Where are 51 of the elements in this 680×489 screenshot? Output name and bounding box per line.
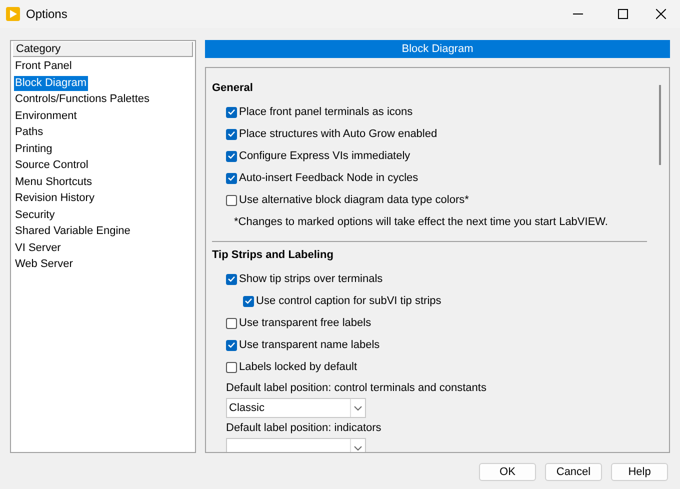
category-item[interactable]: Web Server bbox=[14, 257, 74, 272]
checkbox[interactable] bbox=[226, 340, 237, 350]
dialog-button[interactable]: OK bbox=[479, 463, 536, 481]
category-item[interactable]: Environment bbox=[14, 108, 78, 124]
dropdown[interactable]: Classic bbox=[226, 398, 366, 418]
close-icon[interactable] bbox=[656, 9, 666, 19]
maximize-icon[interactable] bbox=[618, 9, 628, 19]
section-heading: General bbox=[212, 81, 254, 96]
checkbox-label: Configure Express VIs immediately bbox=[239, 148, 410, 164]
scrollbar-thumb[interactable] bbox=[659, 85, 661, 165]
field-label: Default label position: control terminals and constants bbox=[226, 381, 488, 396]
app-icon bbox=[6, 7, 20, 21]
field-label: Default label position: indicators bbox=[226, 421, 382, 436]
panel-header: Block Diagram bbox=[205, 40, 670, 58]
chevron-down-icon bbox=[354, 406, 362, 410]
checkbox-label: Show tip strips over terminals bbox=[239, 272, 383, 287]
category-item[interactable]: Paths bbox=[14, 125, 44, 140]
category-item[interactable]: Revision History bbox=[14, 191, 96, 206]
category-item[interactable]: Printing bbox=[14, 142, 54, 156]
category-item[interactable]: Controls/Functions Palettes bbox=[14, 92, 151, 107]
checkbox[interactable] bbox=[226, 172, 237, 184]
chevron-down-icon bbox=[354, 446, 362, 450]
checkbox[interactable] bbox=[226, 194, 237, 206]
category-item[interactable]: Block Diagram bbox=[14, 76, 88, 90]
checkbox[interactable] bbox=[243, 296, 254, 306]
category-item[interactable]: Source Control bbox=[14, 158, 90, 173]
checkbox-label: Place structures with Auto Grow enabled bbox=[239, 126, 438, 142]
checkbox-label: Use transparent free labels bbox=[239, 316, 372, 331]
category-item[interactable]: Shared Variable Engine bbox=[14, 224, 132, 239]
category-item[interactable]: Menu Shortcuts bbox=[14, 174, 94, 190]
window-title: Options bbox=[26, 6, 68, 23]
checkbox-label: Use control caption for subVI tip strips bbox=[256, 294, 442, 309]
note-text: *Changes to marked options will take effect the next time you start LabVIEW. bbox=[234, 216, 608, 228]
checkbox[interactable] bbox=[226, 150, 237, 162]
checkbox-label: Labels locked by default bbox=[239, 360, 358, 375]
checkbox[interactable] bbox=[226, 106, 237, 118]
list-header: Category bbox=[13, 42, 193, 57]
category-item[interactable]: Security bbox=[14, 208, 56, 222]
checkbox[interactable] bbox=[226, 362, 237, 372]
category-item[interactable]: Front Panel bbox=[14, 59, 73, 74]
checkbox[interactable] bbox=[226, 318, 237, 328]
checkbox-label: Auto-insert Feedback Node in cycles bbox=[239, 170, 418, 186]
checkbox[interactable] bbox=[226, 128, 237, 140]
dialog-button[interactable]: Cancel bbox=[545, 463, 602, 481]
checkbox-label: Use alternative block diagram data type colors* bbox=[239, 192, 469, 208]
dialog-button[interactable]: Help bbox=[611, 463, 668, 481]
section-heading: Tip Strips and Labeling bbox=[212, 248, 334, 263]
checkbox[interactable] bbox=[226, 274, 237, 284]
checkbox-label: Place front panel terminals as icons bbox=[239, 104, 413, 120]
category-item[interactable]: VI Server bbox=[14, 240, 62, 256]
checkbox-label: Use transparent name labels bbox=[239, 338, 380, 353]
